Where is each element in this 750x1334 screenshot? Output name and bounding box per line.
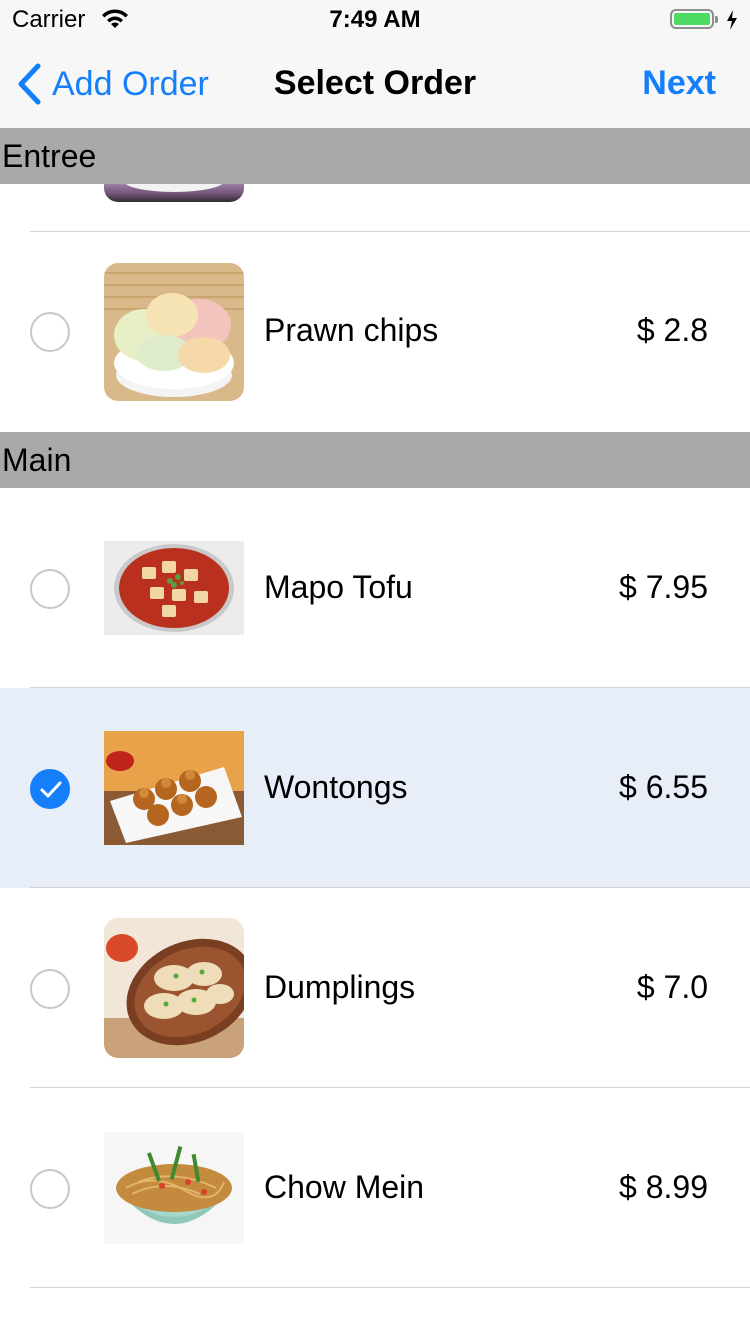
navigation-bar: Add Order Select Order Next <box>0 40 750 129</box>
food-thumbnail <box>104 184 244 202</box>
prawn-chips-image <box>104 263 244 401</box>
item-price: $ 2.8 <box>636 312 708 348</box>
list-item-chow-mein[interactable]: Chow Mein $ 8.99 <box>0 1088 750 1288</box>
item-name: Prawn chips <box>264 312 439 348</box>
item-name: Mapo Tofu <box>264 569 413 605</box>
mapo-tofu-image <box>104 541 244 635</box>
section-header-main: Main <box>0 432 750 488</box>
clock: 7:49 AM <box>329 6 421 33</box>
item-name: Wontongs <box>264 769 408 805</box>
list-item-wontongs[interactable]: Wontongs $ 6.55 <box>0 688 750 888</box>
select-radio[interactable] <box>30 312 70 352</box>
select-radio[interactable] <box>30 569 70 609</box>
status-bar: Carrier 7:49 AM <box>0 0 750 40</box>
list-item-partial[interactable] <box>0 184 750 232</box>
select-radio[interactable] <box>30 969 70 1009</box>
item-price: $ 7.0 <box>636 969 708 1005</box>
list-item-prawn-chips[interactable]: Prawn chips $ 2.8 <box>0 232 750 432</box>
select-radio[interactable] <box>30 1169 70 1209</box>
list-item-mapo-tofu[interactable]: Mapo Tofu $ 7.95 <box>0 488 750 688</box>
item-name: Dumplings <box>264 969 416 1005</box>
dumplings-image <box>104 918 244 1058</box>
item-price: $ 6.55 <box>619 769 708 805</box>
battery-icon <box>670 9 718 31</box>
chow-mein-image <box>104 1132 244 1244</box>
checkmark-icon <box>40 781 62 798</box>
section-header-entree: Entree <box>0 128 750 184</box>
page-title: Select Order <box>273 64 477 102</box>
select-radio-checked[interactable] <box>30 769 70 809</box>
item-price: $ 7.95 <box>619 569 708 605</box>
wontongs-image <box>104 731 244 845</box>
item-price: $ 8.99 <box>619 1169 708 1205</box>
item-name: Chow Mein <box>264 1169 425 1205</box>
list-item-dumplings[interactable]: Dumplings $ 7.0 <box>0 888 750 1088</box>
next-button[interactable]: Next <box>642 64 716 103</box>
charging-icon <box>726 9 738 36</box>
